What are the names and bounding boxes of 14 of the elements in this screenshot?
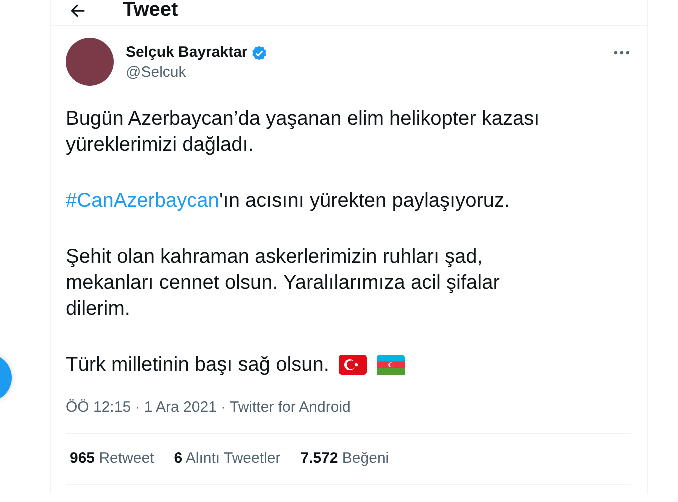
engagement-stat[interactable]: 6 Alıntı Tweetler <box>174 449 281 469</box>
tweet-paragraph: Türk milletinin başı sağ olsun. <box>66 353 330 378</box>
tweet-paragraph: #CanAzerbaycan'ın acısını yürekten paylaşıyoruz. <box>66 189 510 214</box>
author-name[interactable]: Selçuk Bayraktar <box>126 43 248 63</box>
turkey-flag-icon <box>339 355 368 375</box>
tweet-timestamp[interactable]: ÖÖ 12:15 · 1 Ara 2021 · Twitter for Android <box>66 398 631 418</box>
page-title: Tweet <box>123 0 178 22</box>
avatar-photo-placeholder[interactable] <box>66 38 114 86</box>
engagement-stat[interactable]: 965 Retweet <box>70 449 154 469</box>
tweet-paragraph: Şehit olan kahraman askerlerimizin ruhları şad, mekanları cennet olsun. Yaralılarımıza acil şifalar dilerim. <box>66 245 500 322</box>
azerbaijan-flag-icon <box>377 355 406 375</box>
author-handle[interactable]: @Selcuk <box>126 63 613 83</box>
engagement-stat[interactable]: 7.572 Beğeni <box>300 449 390 469</box>
tweet-paragraph: Bugün Azerbaycan’da yaşanan elim helikopter kazası yüreklerimizi dağladı. <box>66 107 540 158</box>
